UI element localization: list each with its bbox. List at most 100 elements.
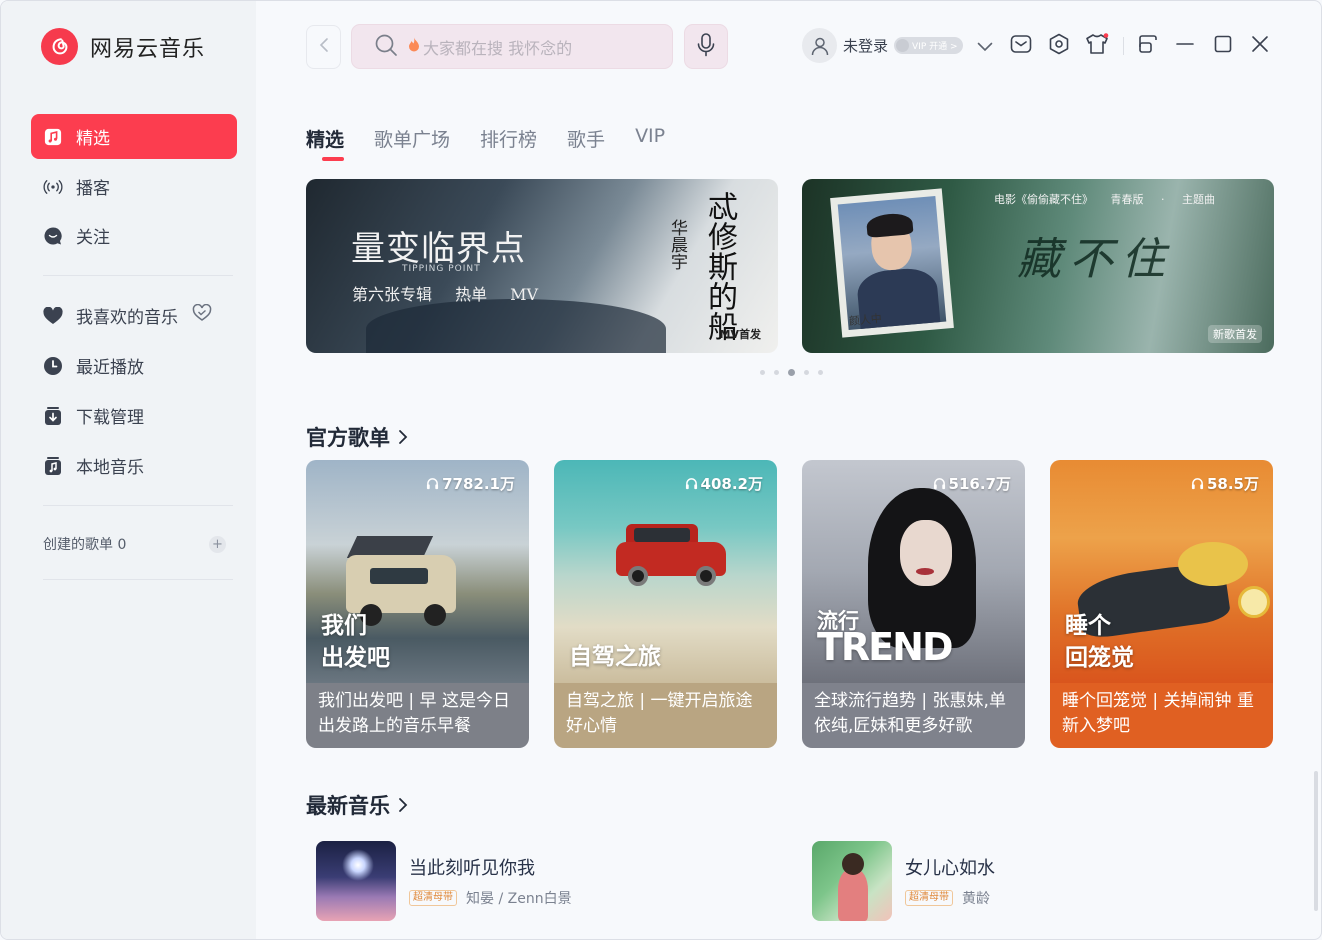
radio-icon (43, 177, 63, 197)
sidebar-item-label: 最近播放 (76, 358, 144, 378)
sidebar-item-downloads[interactable]: 下载管理 (31, 393, 237, 438)
song-cover[interactable] (812, 841, 892, 921)
playlist-card[interactable]: 7782.1万 我们 出发吧 我们出发吧 | 早 这是今日出发路上的音乐早餐 (306, 460, 529, 748)
created-playlists-label: 创建的歌单 (43, 537, 113, 553)
playlist-card[interactable]: 408.2万 自驾之旅 自驾之旅 | 一键开启旅途好心情 (554, 460, 777, 748)
sidebar-item-podcast[interactable]: 播客 (31, 164, 237, 209)
minimize-button[interactable] (1173, 34, 1197, 58)
chevron-right-icon (398, 429, 408, 445)
user-profile[interactable]: 未登录 VIP 开通 > (802, 28, 963, 63)
user-menu-dropdown[interactable] (973, 34, 997, 58)
song-item[interactable]: 当此刻听见你我 超清母带 知晏 / Zenn白景 (316, 841, 572, 921)
login-link[interactable]: 未登录 (843, 35, 888, 56)
carousel-dot[interactable] (760, 370, 765, 375)
sidebar-item-featured[interactable]: 精选 (31, 114, 237, 159)
maximize-button[interactable] (1211, 34, 1235, 58)
banner-vertical-title: 忒修斯的船 (702, 191, 737, 341)
vip-badge[interactable]: VIP 开通 > (894, 37, 963, 54)
settings-button[interactable] (1047, 33, 1071, 59)
carousel-dot[interactable] (804, 370, 809, 375)
avatar[interactable] (802, 28, 837, 63)
search-placeholder: 大家都在搜 我怀念的 (408, 35, 572, 59)
sidebar-item-label: 关注 (76, 228, 110, 248)
search-placeholder-text: 大家都在搜 我怀念的 (423, 38, 573, 58)
mini-mode-icon (1137, 34, 1159, 58)
cover-overlay-line: 回笼觉 (1065, 645, 1134, 671)
song-item[interactable]: 女儿心如水 超清母带 黄龄 (812, 841, 995, 921)
sidebar-item-label: 本地音乐 (76, 458, 144, 478)
app-logo[interactable]: 网易云音乐 (41, 28, 205, 65)
banner-badge: MV首发 (719, 328, 761, 341)
close-button[interactable] (1248, 34, 1272, 58)
song-title[interactable]: 当此刻听见你我 (409, 854, 572, 880)
playlist-card[interactable]: 58.5万 睡个 回笼觉 睡个回笼觉 | 关掉闹钟 重新入梦吧 (1050, 460, 1273, 748)
main-tabs: 精选 歌单广场 排行榜 歌手 VIP (306, 125, 695, 161)
section-newest-music[interactable]: 最新音乐 (306, 790, 408, 820)
play-count-value: 408.2万 (700, 475, 763, 493)
search-input[interactable]: 大家都在搜 我怀念的 (351, 24, 673, 69)
banner-tipping-point[interactable]: 量变临界点 TIPPING POINT 第六张专辑 热单 MV 忒修斯的船 华晨… (306, 179, 778, 353)
gear-icon (1048, 33, 1070, 59)
song-artist[interactable]: 黄龄 (962, 888, 990, 908)
search-icon (374, 33, 398, 61)
play-count: 516.7万 (933, 473, 1011, 494)
headphones-icon (426, 477, 439, 490)
sidebar-divider (43, 579, 233, 580)
chevron-left-icon (319, 37, 329, 57)
tab-featured[interactable]: 精选 (306, 125, 345, 161)
cover-overlay-text: 我们 出发吧 (321, 610, 390, 674)
cover-overlay-line: 出发吧 (321, 645, 390, 671)
carousel-dot[interactable] (774, 370, 779, 375)
heart-mode-icon[interactable] (192, 303, 212, 327)
chevron-right-icon (398, 797, 408, 813)
sidebar-item-label: 下载管理 (76, 408, 144, 428)
local-music-icon (43, 456, 63, 476)
mini-player-button[interactable] (1136, 34, 1160, 58)
add-playlist-button[interactable]: + (209, 536, 226, 553)
section-official-playlists[interactable]: 官方歌单 (306, 422, 408, 452)
banner-cang-bu-zhu[interactable]: 颜人中 电影《偷偷藏不住》 青春版 · 主题曲 藏不住 新歌首发 (802, 179, 1274, 353)
banner-subtitle: 第六张专辑 热单 MV (352, 285, 539, 304)
song-cover[interactable] (316, 841, 396, 921)
messages-button[interactable] (1009, 34, 1033, 58)
sidebar: 网易云音乐 精选 播客 关注 我喜欢的音乐 最近播放 下载管理 本地音乐 创建的… (1, 1, 256, 939)
sidebar-item-recent[interactable]: 最近播放 (31, 343, 237, 388)
play-count-value: 58.5万 (1206, 475, 1259, 493)
tshirt-icon (1085, 33, 1109, 59)
banner-subtitle-en: TIPPING POINT (402, 264, 481, 274)
sidebar-item-local-music[interactable]: 本地音乐 (31, 443, 237, 488)
voice-search-button[interactable] (684, 24, 728, 69)
play-count: 7782.1万 (426, 473, 515, 494)
playlist-description: 自驾之旅 | 一键开启旅途好心情 (554, 683, 777, 748)
carousel-dot[interactable] (818, 370, 823, 375)
tab-charts[interactable]: 排行榜 (480, 125, 537, 152)
section-title-text: 官方歌单 (306, 426, 390, 450)
created-playlists-count: 0 (117, 537, 127, 553)
song-artist[interactable]: 知晏 / Zenn白景 (466, 888, 572, 908)
created-playlists-header[interactable]: 创建的歌单 0 (43, 534, 126, 554)
headphones-icon (685, 477, 698, 490)
quality-tag: 超清母带 (905, 890, 953, 906)
sidebar-item-liked-music[interactable]: 我喜欢的音乐 (31, 293, 237, 338)
banner-badge: 新歌首发 (1208, 325, 1262, 343)
song-title[interactable]: 女儿心如水 (905, 854, 995, 880)
carousel-dots (760, 369, 832, 376)
toolbar-separator (1123, 37, 1124, 55)
playlist-card[interactable]: 516.7万 流行 TREND 全球流行趋势 | 张惠妹,单依纯,匠妹和更多好歌 (802, 460, 1025, 748)
back-button[interactable] (306, 25, 341, 69)
banner-title: 藏不住 (1017, 234, 1173, 285)
carousel-dot-active[interactable] (788, 369, 795, 376)
tab-playlist-square[interactable]: 歌单广场 (374, 125, 450, 152)
sidebar-item-follow[interactable]: 关注 (31, 213, 237, 258)
cover-overlay-text: 睡个 回笼觉 (1065, 610, 1134, 674)
tab-vip[interactable]: VIP (635, 125, 665, 152)
chat-bubble-icon (43, 226, 63, 246)
banner-artist: 华晨宇 (667, 219, 687, 270)
play-count: 408.2万 (685, 473, 763, 494)
scrollbar[interactable] (1314, 771, 1318, 911)
sidebar-divider (43, 275, 233, 276)
tab-artists[interactable]: 歌手 (567, 125, 605, 152)
play-count: 58.5万 (1191, 473, 1259, 494)
theme-skin-button[interactable] (1085, 33, 1109, 59)
heart-icon (43, 306, 63, 326)
